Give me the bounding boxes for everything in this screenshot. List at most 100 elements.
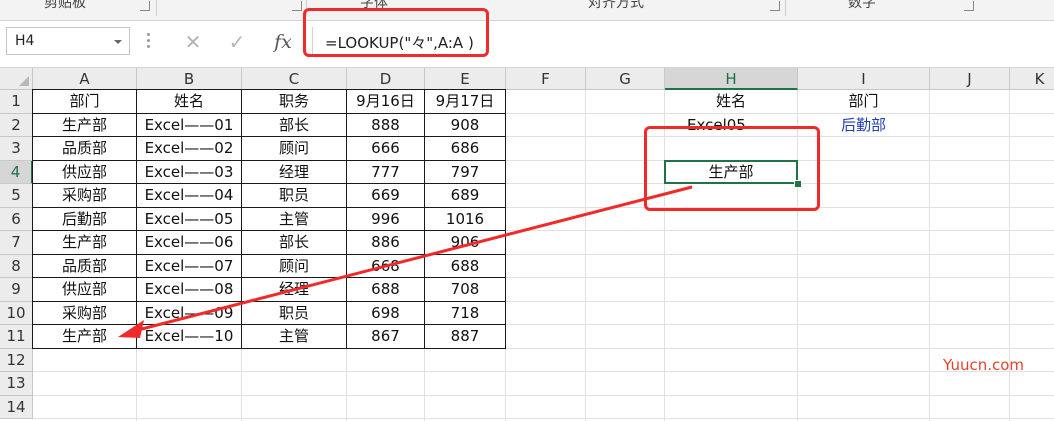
row-header-8[interactable]: 8 <box>0 254 33 278</box>
table-cell[interactable]: 666 <box>347 137 424 161</box>
table-cell[interactable]: 顾问 <box>242 137 346 161</box>
column-header-c[interactable]: C <box>242 68 347 90</box>
column-header-d[interactable]: D <box>347 68 425 90</box>
table-cell[interactable]: Excel——01 <box>137 114 241 138</box>
ribbon-group-labels: 剪贴板 字体 对齐方式 数字 <box>0 0 1054 21</box>
table-cell[interactable]: 906 <box>425 231 505 255</box>
table-cell[interactable]: 品质部 <box>33 137 136 161</box>
table-cell[interactable]: Excel——02 <box>137 137 241 161</box>
column-header-h[interactable]: H <box>665 68 798 90</box>
table-header-cell[interactable]: 9月17日 <box>425 90 505 114</box>
table-cell[interactable]: 908 <box>425 114 505 138</box>
table-cell[interactable]: 经理 <box>242 278 346 302</box>
table-cell[interactable]: 888 <box>347 114 424 138</box>
insert-function-button[interactable]: fx <box>266 29 300 55</box>
worksheet-grid[interactable]: A B C D E F G H I J K 1 2 3 4 5 6 7 8 9 10 11 12 13 14 部门 姓名 职务 9月16… <box>0 68 1054 421</box>
table-cell[interactable]: 主管 <box>242 325 346 349</box>
name-box[interactable]: H4 <box>6 27 130 55</box>
table-cell[interactable]: 996 <box>347 208 424 232</box>
row-header-11[interactable]: 11 <box>0 325 33 349</box>
table-cell[interactable]: Excel——08 <box>137 278 241 302</box>
watermark-text: Yuucn.com <box>943 356 1025 374</box>
table-cell[interactable]: 供应部 <box>33 278 136 302</box>
column-header-j[interactable]: J <box>930 68 1010 90</box>
table-cell[interactable]: 777 <box>347 161 424 185</box>
table-cell[interactable]: 顾问 <box>242 255 346 279</box>
column-header-f[interactable]: F <box>506 68 586 90</box>
formula-bar-resize-handle-icon[interactable] <box>147 33 151 53</box>
row-header-3[interactable]: 3 <box>0 137 33 161</box>
ribbon-separator <box>785 0 786 16</box>
ribbon-separator <box>156 0 157 16</box>
table-header-cell[interactable]: 职务 <box>242 90 346 114</box>
column-header-b[interactable]: B <box>137 68 242 90</box>
table-cell[interactable]: Excel——10 <box>137 325 241 349</box>
row-header-1[interactable]: 1 <box>0 90 33 114</box>
table-cell[interactable]: 采购部 <box>33 302 136 326</box>
table-cell[interactable]: 职员 <box>242 184 346 208</box>
column-header-e[interactable]: E <box>425 68 506 90</box>
table-cell[interactable]: Excel——04 <box>137 184 241 208</box>
lookup-name-header-cell[interactable]: 姓名 <box>665 90 797 114</box>
table-cell[interactable]: Excel——06 <box>137 231 241 255</box>
table-cell[interactable]: 689 <box>425 184 505 208</box>
select-all-corner[interactable] <box>0 68 33 90</box>
table-cell[interactable]: 688 <box>425 255 505 279</box>
table-cell[interactable]: 686 <box>425 137 505 161</box>
table-cell[interactable]: 供应部 <box>33 161 136 185</box>
table-cell[interactable]: 主管 <box>242 208 346 232</box>
font-dialog-launcher-icon[interactable] <box>292 1 302 11</box>
table-cell[interactable]: 部长 <box>242 114 346 138</box>
table-cell[interactable]: 部长 <box>242 231 346 255</box>
table-cell[interactable]: Excel——09 <box>137 302 241 326</box>
row-header-9[interactable]: 9 <box>0 278 33 302</box>
table-cell[interactable]: 生产部 <box>33 114 136 138</box>
number-dialog-launcher-icon[interactable] <box>964 1 974 11</box>
table-cell[interactable]: 生产部 <box>33 325 136 349</box>
lookup-dept-header-cell[interactable]: 部门 <box>798 90 929 114</box>
column-header-g[interactable]: G <box>586 68 665 90</box>
table-cell[interactable]: 生产部 <box>33 231 136 255</box>
column-header-k[interactable]: K <box>1010 68 1054 90</box>
name-box-value: H4 <box>15 33 35 49</box>
cancel-icon[interactable]: ✕ <box>178 29 208 55</box>
row-header-4[interactable]: 4 <box>0 160 33 184</box>
table-cell[interactable]: 886 <box>347 231 424 255</box>
row-header-13[interactable]: 13 <box>0 372 33 396</box>
table-cell[interactable]: Excel——05 <box>137 208 241 232</box>
row-header-2[interactable]: 2 <box>0 113 33 137</box>
table-cell[interactable]: 后勤部 <box>33 208 136 232</box>
table-cell[interactable]: 718 <box>425 302 505 326</box>
enter-check-icon[interactable]: ✓ <box>222 29 252 55</box>
chevron-down-icon[interactable] <box>114 40 122 44</box>
row-header-6[interactable]: 6 <box>0 207 33 231</box>
table-cell[interactable]: 职员 <box>242 302 346 326</box>
table-cell[interactable]: 698 <box>347 302 424 326</box>
table-cell[interactable]: 867 <box>347 325 424 349</box>
column-header-i[interactable]: I <box>798 68 930 90</box>
row-header-5[interactable]: 5 <box>0 184 33 208</box>
table-cell[interactable]: 669 <box>347 184 424 208</box>
table-cell[interactable]: 经理 <box>242 161 346 185</box>
row-header-12[interactable]: 12 <box>0 348 33 372</box>
row-header-10[interactable]: 10 <box>0 301 33 325</box>
table-cell[interactable]: 采购部 <box>33 184 136 208</box>
table-cell[interactable]: 708 <box>425 278 505 302</box>
table-cell[interactable]: Excel——03 <box>137 161 241 185</box>
table-cell[interactable]: 668 <box>347 255 424 279</box>
row-header-14[interactable]: 14 <box>0 395 33 419</box>
column-header-a[interactable]: A <box>33 68 137 90</box>
row-header-7[interactable]: 7 <box>0 231 33 255</box>
alignment-dialog-launcher-icon[interactable] <box>770 1 780 11</box>
table-cell[interactable]: 887 <box>425 325 505 349</box>
table-cell[interactable]: Excel——07 <box>137 255 241 279</box>
table-header-cell[interactable]: 部门 <box>33 90 136 114</box>
ribbon-group-clipboard-label: 剪贴板 <box>44 0 86 11</box>
table-header-cell[interactable]: 9月16日 <box>347 90 424 114</box>
table-cell[interactable]: 797 <box>425 161 505 185</box>
table-cell[interactable]: 1016 <box>425 208 505 232</box>
table-cell[interactable]: 品质部 <box>33 255 136 279</box>
table-cell[interactable]: 688 <box>347 278 424 302</box>
table-header-cell[interactable]: 姓名 <box>137 90 241 114</box>
clipboard-dialog-launcher-icon[interactable] <box>140 1 150 11</box>
